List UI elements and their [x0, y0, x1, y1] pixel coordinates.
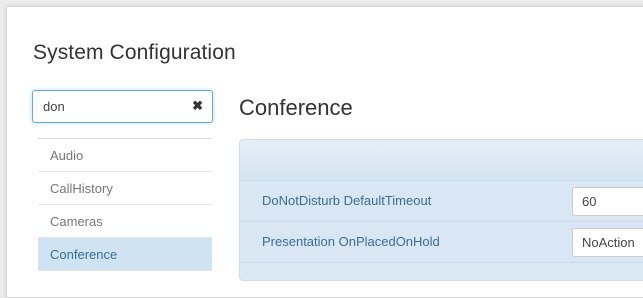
setting-label-dnd-timeout: DoNotDisturb DefaultTimeout	[262, 193, 432, 208]
setting-row: DoNotDisturb DefaultTimeout 60	[240, 181, 643, 222]
sidebar-item-audio[interactable]: Audio	[38, 139, 212, 172]
settings-header	[240, 140, 643, 181]
section-title: Conference	[239, 95, 353, 120]
page-title: System Configuration	[33, 41, 236, 64]
sidebar-item-callhistory[interactable]: CallHistory	[38, 172, 212, 205]
setting-input-dnd-timeout[interactable]: 60	[572, 187, 643, 216]
search-box[interactable]: ✖	[32, 90, 213, 123]
sidebar-item-cameras[interactable]: Cameras	[38, 205, 212, 238]
close-icon[interactable]: ✖	[192, 98, 203, 114]
config-panel: System Configuration ✖ Audio CallHistory…	[6, 6, 643, 298]
sidebar-nav: Audio CallHistory Cameras Conference	[38, 138, 212, 271]
search-input[interactable]	[33, 91, 183, 122]
setting-select-presentation-hold[interactable]: NoAction	[572, 228, 643, 257]
settings-table: DoNotDisturb DefaultTimeout 60 Presentat…	[239, 139, 643, 281]
setting-label-presentation-hold: Presentation OnPlacedOnHold	[262, 234, 440, 249]
setting-row: Presentation OnPlacedOnHold NoAction	[240, 222, 643, 263]
sidebar-item-conference[interactable]: Conference	[38, 238, 212, 271]
